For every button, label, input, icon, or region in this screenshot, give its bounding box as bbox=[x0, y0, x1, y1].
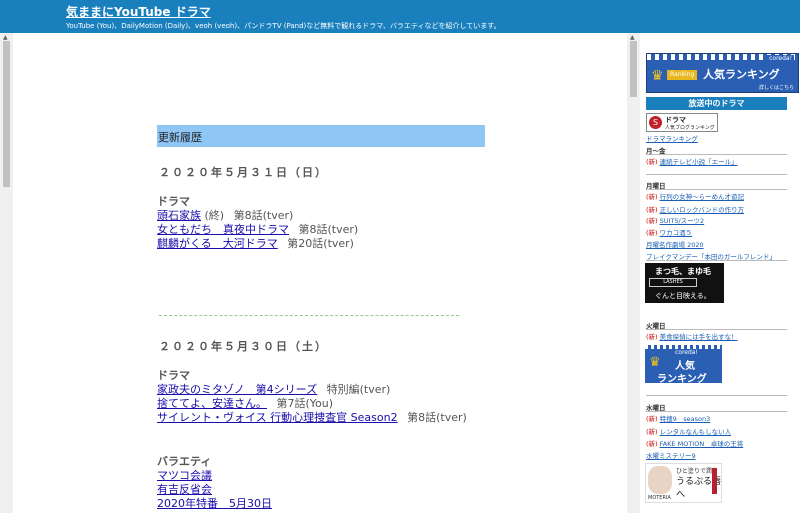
ad-line1: まつ毛、まゆ毛 bbox=[655, 267, 711, 276]
sidebar-list-item: (新) 連続テレビ小説「エール」 bbox=[646, 156, 738, 166]
sidebar-list-item: (新) レンタルなんもしない人 bbox=[646, 426, 731, 436]
sidebar-divider bbox=[646, 174, 787, 175]
list-item: サイレント・ヴォイス 行動心理捜査官 Season2 第8話(tver) bbox=[157, 409, 467, 425]
site-title-link[interactable]: 気ままにYouTube ドラマ bbox=[66, 3, 211, 20]
drama-link[interactable]: サイレント・ヴォイス 行動心理捜査官 Season2 bbox=[157, 411, 398, 424]
new-mark: (新) bbox=[646, 333, 658, 341]
sidebar-divider bbox=[646, 395, 787, 396]
cosmetic-ad-lashes[interactable]: まつ毛、まゆ毛 LASHES ぐんと目映える。 bbox=[645, 263, 724, 303]
drama-link[interactable]: SUITS/スーツ2 bbox=[660, 217, 705, 225]
section-heading: 更新履歴 bbox=[157, 125, 485, 147]
new-mark: (新) bbox=[646, 229, 658, 237]
drama-ranking-link[interactable]: ドラマランキング bbox=[646, 133, 698, 143]
ad-line2: ランキング bbox=[657, 374, 707, 383]
cosmetic-ad-lip[interactable]: ひと塗りで潤う うるぷる唇へ MOTERIA bbox=[645, 463, 722, 503]
sidebar-divider bbox=[646, 411, 787, 412]
list-item: 2020年特番 5月30日 bbox=[157, 495, 272, 511]
crown-icon: ♛ bbox=[649, 355, 661, 370]
new-mark: (新) bbox=[646, 440, 658, 448]
lipstick-icon bbox=[712, 468, 717, 494]
ad-model-image bbox=[648, 466, 672, 494]
ad-line3: ぐんと目映える。 bbox=[655, 292, 711, 300]
drama-link[interactable]: 麒麟がくる 大河ドラマ bbox=[157, 237, 278, 250]
drama-link[interactable]: 特捜9 season3 bbox=[660, 415, 711, 423]
sidebar-list-item: 月曜名作劇場 2020 bbox=[646, 239, 704, 249]
new-mark: (新) bbox=[646, 206, 658, 214]
drama-link[interactable]: 行列の女神～らーめん才遊記 bbox=[660, 193, 745, 201]
date-heading: ２０２０年５月３１日（日） bbox=[159, 166, 328, 179]
sidebar-divider bbox=[646, 189, 787, 190]
crown-icon: ♛ bbox=[651, 68, 664, 84]
banner-brand: coreda! bbox=[767, 55, 794, 62]
list-item: 麒麟がくる 大河ドラマ 第20話(tver) bbox=[157, 235, 354, 251]
main-scrollbar[interactable]: ▲ bbox=[0, 33, 13, 513]
sidebar-list-item: (新) 特捜9 season3 bbox=[646, 413, 710, 423]
drama-link[interactable]: 月曜名作劇場 2020 bbox=[646, 241, 704, 249]
episode-note: 特別編(tver) bbox=[326, 383, 391, 396]
drama-link[interactable]: レンタルなんもしない人 bbox=[660, 428, 732, 436]
episode-note: 第20話(tver) bbox=[287, 237, 354, 250]
sidebar-divider bbox=[646, 154, 787, 155]
scroll-up-arrow-icon[interactable]: ▲ bbox=[3, 34, 8, 41]
dashed-divider bbox=[159, 315, 459, 316]
ad-brand: MOTERIA bbox=[648, 495, 671, 501]
new-mark: (新) bbox=[646, 415, 658, 423]
ad-line2: LASHES bbox=[649, 278, 697, 287]
episode-note: 第8話(tver) bbox=[407, 411, 467, 424]
banner-ribbon: Ranking bbox=[667, 70, 698, 80]
drama-link[interactable]: 水曜ミステリー9 bbox=[646, 452, 696, 460]
sidebar-list-item: (新) 行列の女神～らーめん才遊記 bbox=[646, 191, 744, 201]
ad-brand: coreda! bbox=[675, 349, 698, 356]
banner-title: 人気ランキング bbox=[703, 68, 780, 81]
drama-link[interactable]: 正しいロックバンドの作り方 bbox=[660, 206, 745, 214]
sidebar-divider bbox=[646, 329, 787, 330]
sidebar-list-item: (新) 美食探偵には手を出すな！ bbox=[646, 331, 738, 341]
ranking-banner-ad[interactable]: coreda! ♛ Ranking 人気ランキング 詳しくはこちら bbox=[646, 53, 799, 93]
drama-link[interactable]: FAKE MOTION 卓球の王将 bbox=[660, 440, 744, 448]
sidebar-list-item: (新) FAKE MOTION 卓球の王将 bbox=[646, 438, 743, 448]
new-mark: (新) bbox=[646, 193, 658, 201]
badge-line2: 人気ブログランキング bbox=[665, 125, 715, 131]
sidebar-scrollbar-thumb[interactable] bbox=[630, 41, 637, 97]
new-mark: (新) bbox=[646, 428, 658, 436]
date-heading: ２０２０年５月３０日（土） bbox=[159, 340, 328, 353]
banner-subtext: 詳しくはこちら bbox=[758, 85, 794, 91]
site-description: YouTube (You)、DailyMotion (Daily)、veoh (… bbox=[66, 22, 501, 30]
sidebar-list-item: (新) SUITS/スーツ2 bbox=[646, 215, 704, 225]
main-scrollbar-thumb[interactable] bbox=[3, 41, 10, 187]
sidebar-list-item: 水曜ミステリー9 bbox=[646, 450, 696, 460]
sidebar-scrollbar[interactable]: ▲ bbox=[627, 33, 640, 513]
new-mark: (新) bbox=[646, 158, 658, 166]
sidebar-list-item: (新) 正しいロックバンドの作り方 bbox=[646, 204, 744, 214]
main-content: 更新履歴 ２０２０年５月３１日（日） ドラマ 頭石家族 (終) 第8話(tver… bbox=[13, 33, 627, 513]
ranking-small-ad[interactable]: ♛ coreda! 人気 ランキング bbox=[645, 345, 722, 383]
drama-link[interactable]: ワカコ酒５ bbox=[660, 229, 693, 237]
now-airing-heading: 放送中のドラマ bbox=[646, 97, 787, 110]
variety-link[interactable]: 2020年特番 5月30日 bbox=[157, 497, 272, 510]
sidebar: coreda! ♛ Ranking 人気ランキング 詳しくはこちら 放送中のドラ… bbox=[640, 33, 800, 513]
drama-link[interactable]: 美食探偵には手を出すな！ bbox=[660, 333, 738, 341]
drama-blog-ranking-badge[interactable]: S ドラマ 人気ブログランキング bbox=[646, 113, 718, 132]
sidebar-list-item: (新) ワカコ酒５ bbox=[646, 227, 692, 237]
sidebar-divider bbox=[646, 260, 787, 261]
new-mark: (新) bbox=[646, 217, 658, 225]
ranking-logo-icon: S bbox=[649, 116, 662, 129]
drama-link[interactable]: 連続テレビ小説「エール」 bbox=[660, 158, 738, 166]
site-header: 気ままにYouTube ドラマ YouTube (You)、DailyMotio… bbox=[0, 0, 800, 33]
scroll-up-arrow-icon[interactable]: ▲ bbox=[630, 34, 635, 41]
